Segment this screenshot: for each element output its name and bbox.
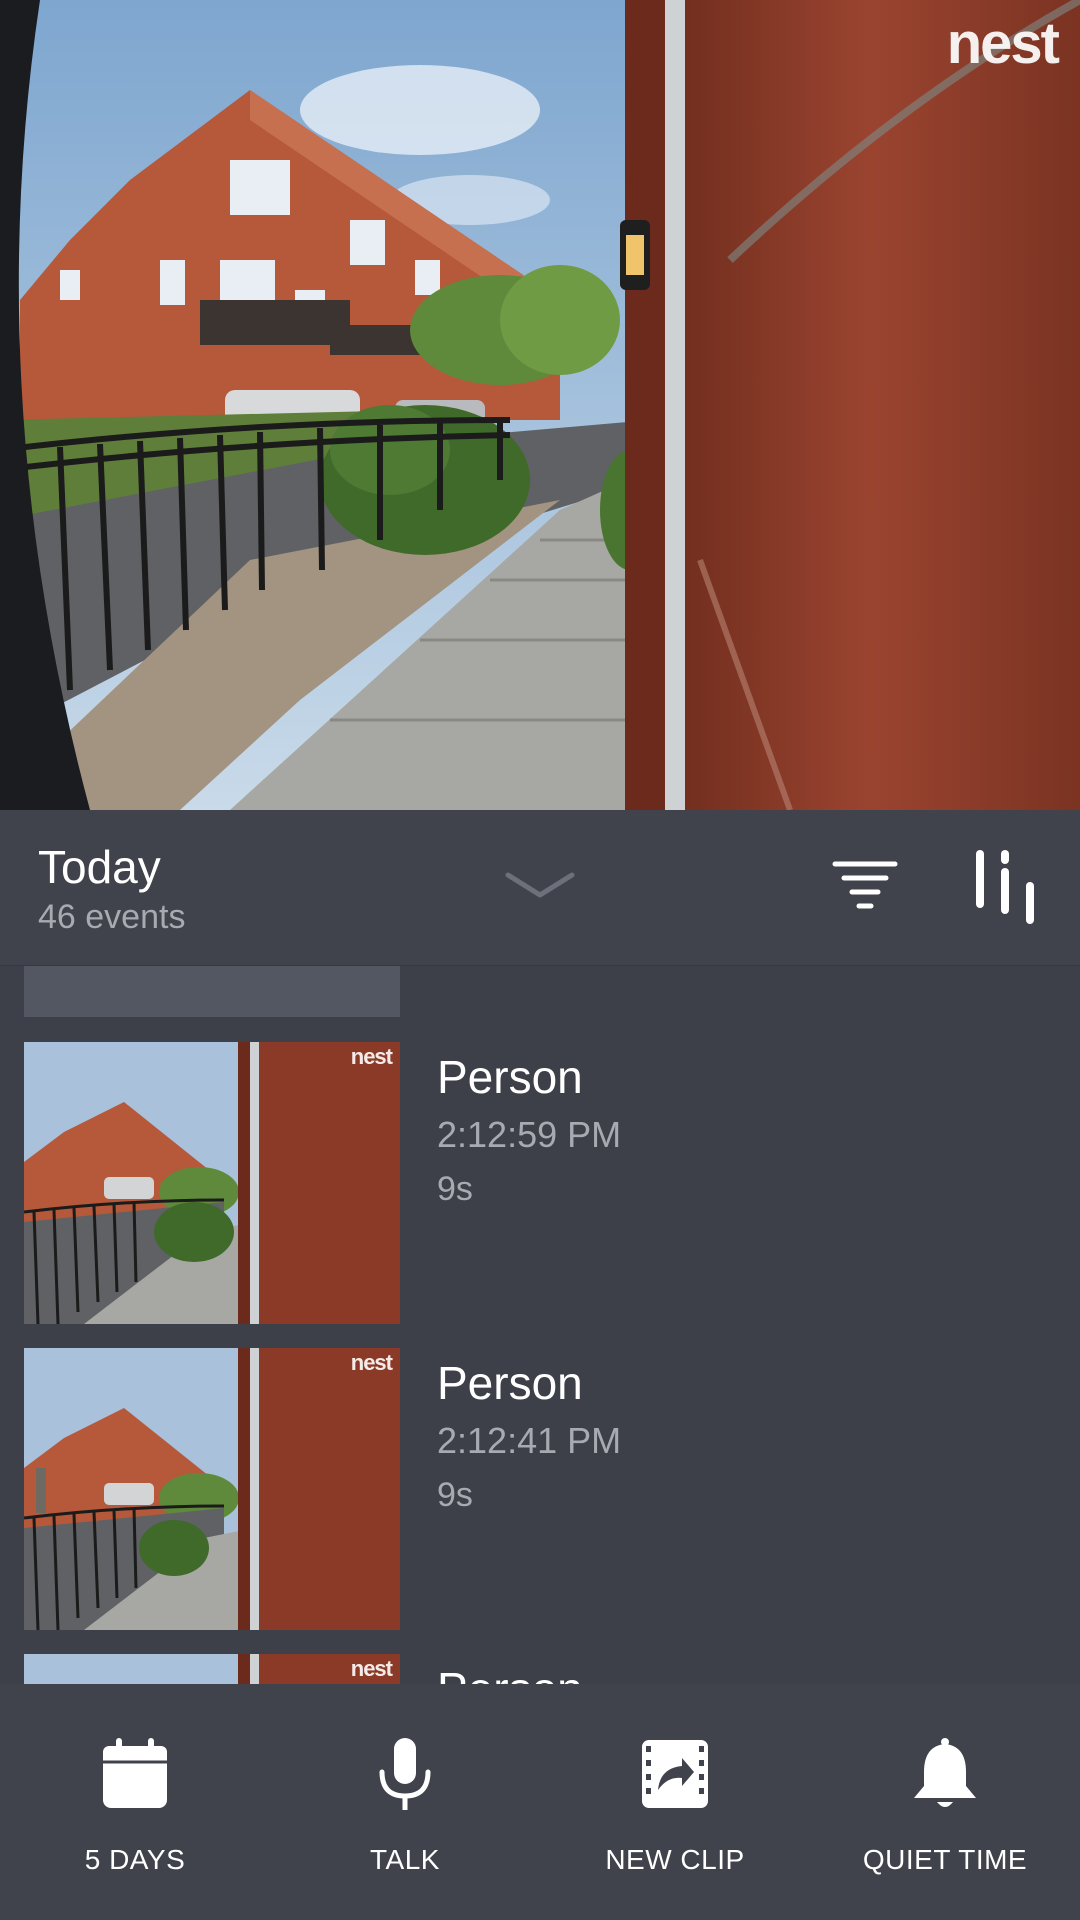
- microphone-icon: [379, 1738, 431, 1810]
- toolbar-label: NEW CLIP: [605, 1844, 745, 1875]
- event-count: 46 events: [38, 898, 186, 936]
- chevron-down-icon: [505, 872, 575, 898]
- expand-chevron-button[interactable]: [500, 865, 580, 910]
- event-type: Person: [437, 1662, 583, 1684]
- event-time: 2:12:59 PM: [437, 1114, 622, 1155]
- timeline-icon: [976, 850, 1034, 924]
- date-title[interactable]: Today: [38, 840, 161, 894]
- event-list[interactable]: nest Person 2:12:59 PM 9s nest Person 2:…: [0, 966, 1080, 1684]
- quiet-time-button[interactable]: QUIET TIME: [810, 1684, 1080, 1920]
- live-camera-feed[interactable]: nest: [0, 0, 1080, 810]
- event-time: 2:12:41 PM: [437, 1420, 622, 1461]
- timeline-view-button[interactable]: [970, 848, 1040, 933]
- bottom-toolbar: 5 DAYS TALK NEW CLIP QUIET TIME: [0, 1684, 1080, 1920]
- event-item[interactable]: nest Person 2:12:41 PM 9s: [0, 1348, 1080, 1630]
- filter-button[interactable]: [830, 858, 900, 923]
- event-item[interactable]: nest Person 2:12:59 PM 9s: [0, 1042, 1080, 1324]
- calendar-icon: [103, 1738, 167, 1808]
- toolbar-label: TALK: [370, 1844, 440, 1875]
- nest-logo: nest: [350, 1350, 393, 1375]
- nest-logo: nest: [946, 11, 1060, 76]
- camera-image: [0, 0, 1080, 810]
- toolbar-label: 5 DAYS: [84, 1844, 186, 1875]
- event-duration: 9s: [437, 1476, 473, 1514]
- event-item[interactable]: nest Person: [0, 1654, 1080, 1684]
- bell-icon: [914, 1738, 976, 1807]
- nest-logo: nest: [350, 1044, 393, 1069]
- new-clip-button[interactable]: NEW CLIP: [540, 1684, 810, 1920]
- five-days-button[interactable]: 5 DAYS: [0, 1684, 270, 1920]
- event-duration: 9s: [437, 1170, 473, 1208]
- event-thumbnail: nest: [24, 1654, 400, 1684]
- event-thumbnail: nest: [24, 1042, 400, 1324]
- event-thumbnail: nest: [24, 1348, 400, 1630]
- loading-placeholder: [24, 966, 400, 1017]
- filter-icon: [832, 861, 898, 909]
- clip-share-icon: [642, 1740, 708, 1808]
- talk-button[interactable]: TALK: [270, 1684, 540, 1920]
- nest-logo: nest: [350, 1656, 393, 1681]
- events-header: Today 46 events: [0, 810, 1080, 966]
- event-type: Person: [437, 1051, 583, 1103]
- event-type: Person: [437, 1357, 583, 1409]
- toolbar-label: QUIET TIME: [862, 1844, 1028, 1875]
